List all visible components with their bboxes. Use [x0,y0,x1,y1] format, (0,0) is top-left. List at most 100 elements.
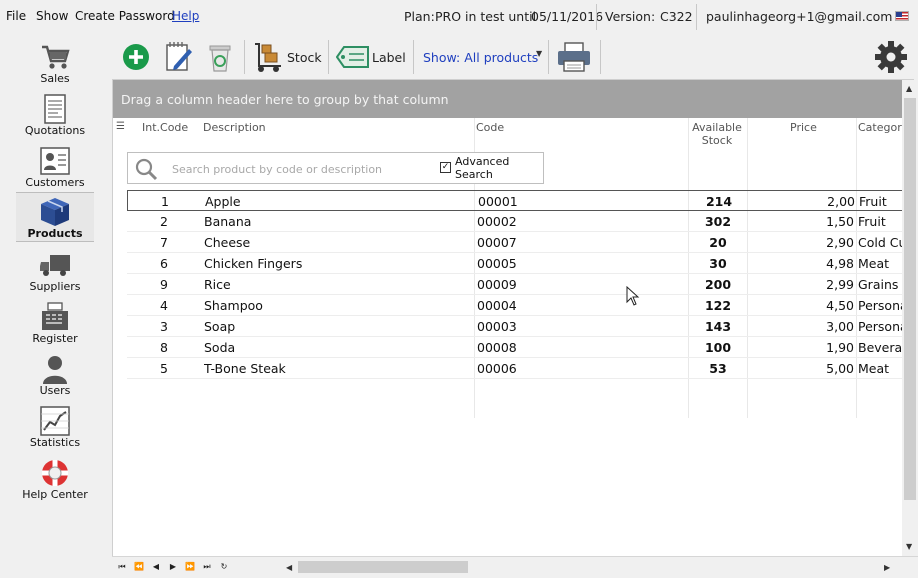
toolbar-divider [244,40,245,74]
cell-description: Chicken Fingers [204,256,303,271]
add-product-button[interactable] [120,40,152,74]
previous-record-icon[interactable]: ◀ [148,560,164,574]
cell-stock: 214 [705,194,733,209]
vertical-scrollbar[interactable]: ▲ ▼ [902,80,918,556]
cell-stock: 143 [704,319,732,334]
next-record-icon[interactable]: ▶ [165,560,181,574]
tag-icon [336,46,369,68]
previous-page-icon[interactable]: ⏪ [131,560,147,574]
search-input[interactable] [172,161,432,177]
advanced-search-checkbox[interactable]: ✓ [440,162,451,173]
cell-int-code: 6 [160,256,168,271]
table-row[interactable]: 3 Soap 00003 143 3,00 Persona [127,316,903,337]
cell-description: Cheese [204,235,251,250]
advanced-search-label[interactable]: Advanced Search [455,155,509,181]
sidebar-item-label: Register [32,332,78,345]
cell-int-code: 8 [160,340,168,355]
cell-category: Fruit [859,194,887,209]
last-page-icon[interactable]: ⏭ [199,560,215,574]
cell-stock: 100 [704,340,732,355]
cell-price: 4,50 [826,298,854,313]
vertical-scroll-thumb[interactable] [904,98,916,500]
print-button[interactable] [556,40,592,74]
sidebar-item-users[interactable]: Users [16,350,94,402]
sidebar-item-label: Customers [25,176,85,189]
menu-bar: File Show Create Password Help Plan: PRO… [0,0,918,34]
table-row[interactable]: 8 Soda 00008 100 1,90 Bevera [127,337,903,358]
stock-button[interactable]: Stock [252,40,324,74]
user-icon [43,356,67,384]
column-header-price[interactable]: Price [790,121,817,134]
scroll-down-arrow-icon[interactable]: ▼ [906,542,912,551]
column-header-int-code[interactable]: Int.Code [142,121,188,134]
menu-file[interactable]: File [6,9,26,23]
table-row[interactable]: 4 Shampoo 00004 122 4,50 Persona [127,295,903,316]
cell-code: 00004 [477,298,517,313]
table-row[interactable]: 5 T-Bone Steak 00006 53 5,00 Meat [127,358,903,379]
cell-category: Cold Cu [858,235,903,250]
scroll-left-arrow-icon[interactable]: ◀ [286,563,292,572]
document-icon [44,94,66,124]
account-email[interactable]: paulinhageorg+1@gmail.com [706,9,892,24]
sidebar-item-products[interactable]: Products [16,192,94,242]
version-label: Version: [605,9,656,24]
first-page-icon[interactable]: ⏮ [114,560,130,574]
sidebar-item-suppliers[interactable]: Suppliers [16,246,94,298]
cell-category: Meat [858,361,890,376]
bottom-navigator: ⏮ ⏪ ◀ ▶ ⏩ ⏭ ↻ ◀ ▶ [112,556,918,578]
lifebuoy-icon [42,460,68,486]
table-row[interactable]: 7 Cheese 00007 20 2,90 Cold Cu [127,232,903,253]
truck-icon [40,255,70,276]
group-by-panel[interactable]: Drag a column header here to group by th… [113,80,903,118]
table-row[interactable]: 1 Apple 00001 214 2,00 Fruit [127,190,903,211]
column-header-label: Stock [701,134,733,147]
next-page-icon[interactable]: ⏩ [182,560,198,574]
column-chooser-icon[interactable]: ☰ [116,121,125,132]
label-button[interactable]: Label [336,40,408,74]
column-header-description[interactable]: Description [203,121,266,134]
table-row[interactable]: 9 Rice 00009 200 2,99 Grains [127,274,903,295]
sidebar-item-sales[interactable]: Sales [16,38,94,90]
settings-gear-icon[interactable] [874,40,908,74]
refresh-icon[interactable]: ↻ [216,560,232,574]
hand-truck-icon [255,43,281,72]
us-flag-icon[interactable] [895,11,909,21]
scroll-right-arrow-icon[interactable]: ▶ [884,563,890,572]
column-header-code[interactable]: Code [476,121,504,134]
menu-show[interactable]: Show [36,9,68,23]
chevron-down-icon[interactable]: ▼ [536,49,542,58]
menu-create-password[interactable]: Create Password [75,9,175,23]
advanced-search-text: Search [455,168,493,181]
table-row[interactable]: 6 Chicken Fingers 00005 30 4,98 Meat [127,253,903,274]
show-filter-dropdown[interactable]: Show: All products [423,50,538,65]
toolbar-divider [600,40,601,74]
edit-product-button[interactable] [162,40,194,74]
menu-help[interactable]: Help [172,9,199,23]
horizontal-scroll-thumb[interactable] [298,561,468,573]
cell-code: 00009 [477,277,517,292]
cell-description: Rice [204,277,231,292]
cell-description: Soda [204,340,236,355]
column-header-category[interactable]: Categori [858,121,903,134]
column-header-available-stock[interactable]: Available Stock [689,121,745,147]
cell-stock: 302 [704,214,732,229]
version-value: C322 [660,9,693,24]
cell-category: Persona [858,319,903,334]
sidebar-item-label: Statistics [29,436,81,449]
sidebar-item-customers[interactable]: Customers [16,142,94,194]
sidebar-item-register[interactable]: Register [16,298,94,350]
search-icon [135,158,158,181]
sidebar-item-quotations[interactable]: Quotations [16,90,94,142]
scroll-up-arrow-icon[interactable]: ▲ [906,84,912,93]
sidebar-item-statistics[interactable]: Statistics [16,402,94,454]
delete-product-button[interactable] [204,40,236,74]
table-row[interactable]: 2 Banana 00002 302 1,50 Fruit [127,211,903,232]
divider [696,4,697,30]
contact-card-icon [40,147,70,175]
sidebar-item-help-center[interactable]: Help Center [16,454,94,506]
sidebar-item-label: Help Center [22,488,88,501]
cell-int-code: 4 [160,298,168,313]
cell-stock: 200 [704,277,732,292]
cell-category: Bevera [858,340,903,355]
sidebar-item-label: Users [39,384,71,397]
